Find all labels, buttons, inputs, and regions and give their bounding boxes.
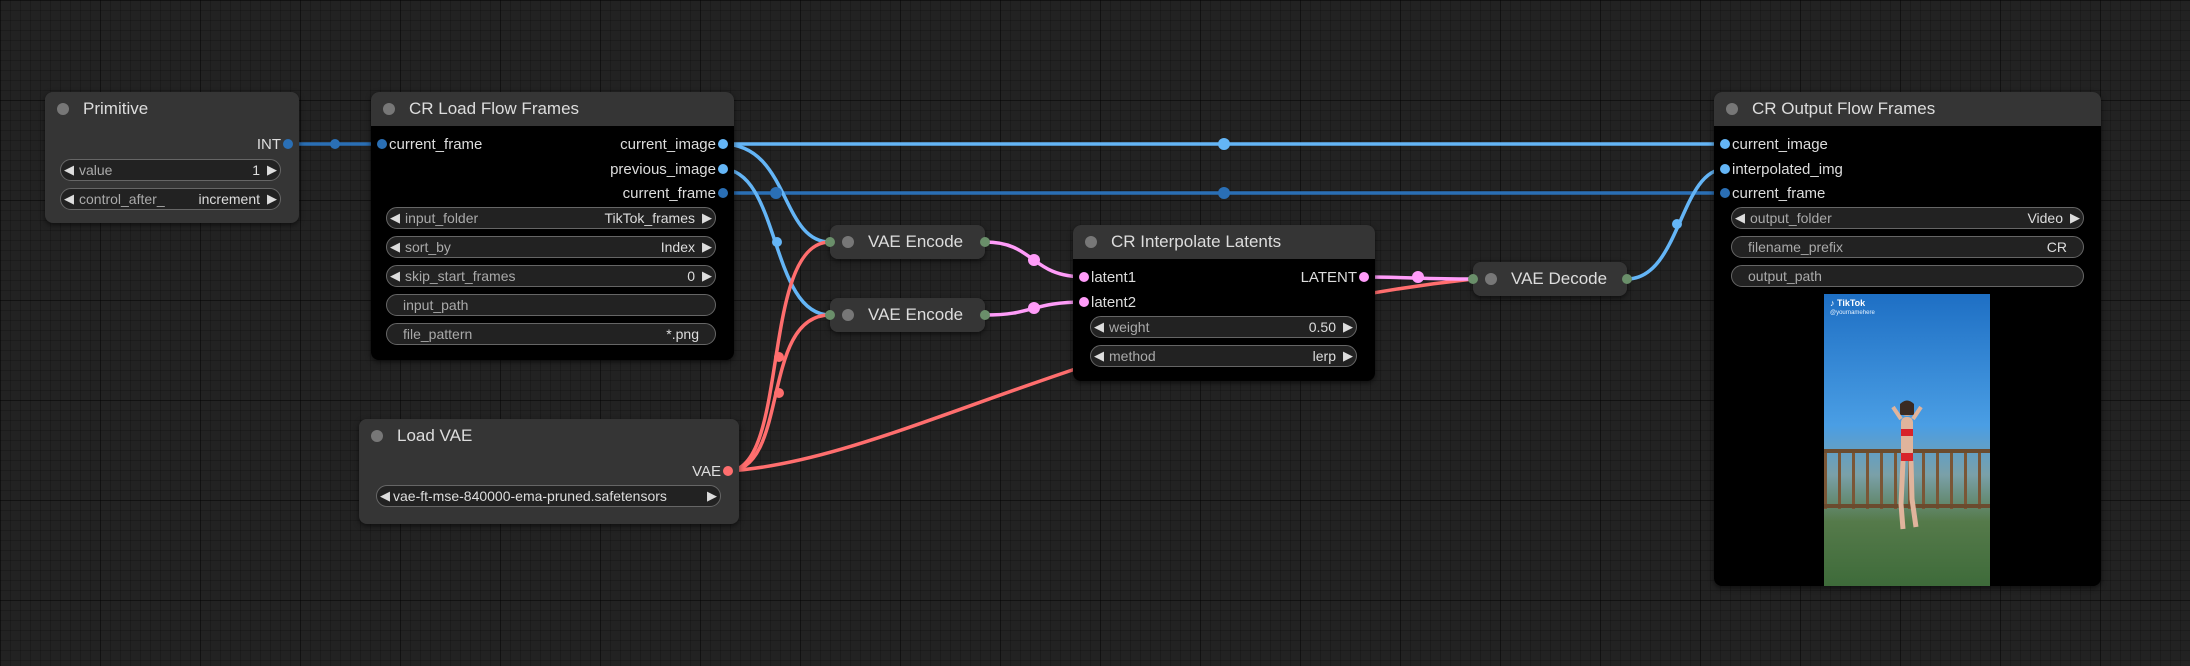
- value-widget[interactable]: ◀ value 1 ▶: [60, 159, 281, 181]
- collapse-dot-icon[interactable]: [842, 236, 854, 248]
- node-title[interactable]: CR Load Flow Frames: [371, 92, 734, 126]
- arrow-left-icon[interactable]: ◀: [387, 210, 403, 226]
- file-pattern-field[interactable]: file_pattern *.png: [386, 323, 716, 345]
- node-title[interactable]: CR Output Flow Frames: [1714, 92, 2101, 126]
- arrow-right-icon[interactable]: ▶: [699, 210, 715, 226]
- collapse-dot-icon[interactable]: [383, 103, 395, 115]
- arrow-left-icon[interactable]: ◀: [1091, 348, 1107, 364]
- node-vae-encode-1[interactable]: VAE Encode: [825, 225, 990, 259]
- node-cr-interpolate-latents[interactable]: CR Interpolate Latents latent1 LATENT la…: [1073, 225, 1375, 381]
- arrow-right-icon[interactable]: ▶: [264, 162, 280, 178]
- node-cr-load-flow-frames[interactable]: CR Load Flow Frames current_frame curren…: [371, 92, 734, 360]
- arrow-right-icon[interactable]: ▶: [264, 191, 280, 207]
- arrow-left-icon[interactable]: ◀: [61, 191, 77, 207]
- output-vae-row: VAE: [359, 461, 739, 481]
- io-row-2: previous_image: [371, 159, 734, 179]
- node-title[interactable]: VAE Encode: [825, 298, 990, 332]
- preview-username: @yournamehere: [1830, 310, 1875, 316]
- output-preview-image: ♪ TikTok @yournamehere: [1824, 294, 1990, 586]
- io-row-3: current_frame: [371, 183, 734, 203]
- arrow-left-icon[interactable]: ◀: [387, 239, 403, 255]
- io-row-1: current_image: [1714, 134, 2101, 154]
- io-row-2: interpolated_img: [1714, 159, 2101, 179]
- io-row-1: current_frame current_image: [371, 134, 734, 154]
- sort-by-widget[interactable]: ◀ sort_by Index ▶: [386, 236, 716, 258]
- output-socket[interactable]: [1622, 274, 1632, 284]
- node-load-vae[interactable]: Load VAE VAE ◀ vae-ft-mse-840000-ema-pru…: [359, 419, 739, 524]
- input-latent2-socket[interactable]: [1079, 297, 1089, 307]
- node-title[interactable]: Load VAE: [359, 419, 739, 453]
- input-latent1-socket[interactable]: [1079, 272, 1089, 282]
- output-vae-socket[interactable]: [723, 466, 733, 476]
- collapse-dot-icon[interactable]: [1726, 103, 1738, 115]
- arrow-right-icon[interactable]: ▶: [699, 268, 715, 284]
- node-title[interactable]: VAE Decode: [1468, 262, 1632, 296]
- arrow-left-icon[interactable]: ◀: [1091, 319, 1107, 335]
- output-label: INT: [256, 135, 281, 153]
- weight-widget[interactable]: ◀ weight 0.50 ▶: [1090, 316, 1357, 338]
- input-current-frame-socket[interactable]: [377, 139, 387, 149]
- person-figure: [1891, 400, 1923, 530]
- input-current-image-socket[interactable]: [1720, 139, 1730, 149]
- arrow-right-icon[interactable]: ▶: [1340, 348, 1356, 364]
- vae-name-widget[interactable]: ◀ vae-ft-mse-840000-ema-pruned.safetenso…: [376, 485, 721, 507]
- input-current-frame-socket[interactable]: [1720, 188, 1730, 198]
- output-current-frame-socket[interactable]: [718, 188, 728, 198]
- method-widget[interactable]: ◀ method lerp ▶: [1090, 345, 1357, 367]
- output-socket[interactable]: [980, 310, 990, 320]
- output-folder-widget[interactable]: ◀ output_folder Video ▶: [1731, 207, 2084, 229]
- io-row-1: latent1 LATENT: [1073, 267, 1375, 287]
- input-socket[interactable]: [825, 310, 835, 320]
- node-vae-encode-2[interactable]: VAE Encode: [825, 298, 990, 332]
- output-int-socket[interactable]: [283, 139, 293, 149]
- io-row-2: latent2: [1073, 292, 1375, 312]
- control-after-generate-widget[interactable]: ◀ control_after_ increment ▶: [60, 188, 281, 210]
- input-folder-widget[interactable]: ◀ input_folder TikTok_frames ▶: [386, 207, 716, 229]
- node-title[interactable]: VAE Encode: [825, 225, 990, 259]
- input-interpolated-img-socket[interactable]: [1720, 164, 1730, 174]
- collapse-dot-icon[interactable]: [842, 309, 854, 321]
- tiktok-logo: ♪ TikTok: [1830, 298, 1866, 308]
- node-title[interactable]: CR Interpolate Latents: [1073, 225, 1375, 259]
- io-row-3: current_frame: [1714, 183, 2101, 203]
- collapse-dot-icon[interactable]: [371, 430, 383, 442]
- output-current-image-socket[interactable]: [718, 139, 728, 149]
- output-latent-socket[interactable]: [1359, 272, 1369, 282]
- arrow-right-icon[interactable]: ▶: [1340, 319, 1356, 335]
- arrow-left-icon[interactable]: ◀: [387, 268, 403, 284]
- node-primitive[interactable]: Primitive INT ◀ value 1 ▶ ◀ control_afte…: [45, 92, 299, 223]
- node-vae-decode[interactable]: VAE Decode: [1468, 262, 1632, 296]
- node-title[interactable]: Primitive: [45, 92, 299, 126]
- arrow-right-icon[interactable]: ▶: [699, 239, 715, 255]
- arrow-left-icon[interactable]: ◀: [1732, 210, 1748, 226]
- collapse-dot-icon[interactable]: [57, 103, 69, 115]
- arrow-left-icon[interactable]: ◀: [61, 162, 77, 178]
- arrow-right-icon[interactable]: ▶: [704, 488, 720, 504]
- output-previous-image-socket[interactable]: [718, 164, 728, 174]
- output-socket[interactable]: [980, 237, 990, 247]
- arrow-right-icon[interactable]: ▶: [2067, 210, 2083, 226]
- arrow-left-icon[interactable]: ◀: [377, 488, 393, 504]
- output-int-row: INT: [45, 134, 299, 154]
- filename-prefix-field[interactable]: filename_prefix CR: [1731, 236, 2084, 258]
- collapse-dot-icon[interactable]: [1485, 273, 1497, 285]
- input-socket[interactable]: [825, 237, 835, 247]
- skip-start-frames-widget[interactable]: ◀ skip_start_frames 0 ▶: [386, 265, 716, 287]
- input-path-field[interactable]: input_path: [386, 294, 716, 316]
- node-cr-output-flow-frames[interactable]: CR Output Flow Frames current_image inte…: [1714, 92, 2101, 586]
- output-path-field[interactable]: output_path: [1731, 265, 2084, 287]
- input-socket[interactable]: [1468, 274, 1478, 284]
- collapse-dot-icon[interactable]: [1085, 236, 1097, 248]
